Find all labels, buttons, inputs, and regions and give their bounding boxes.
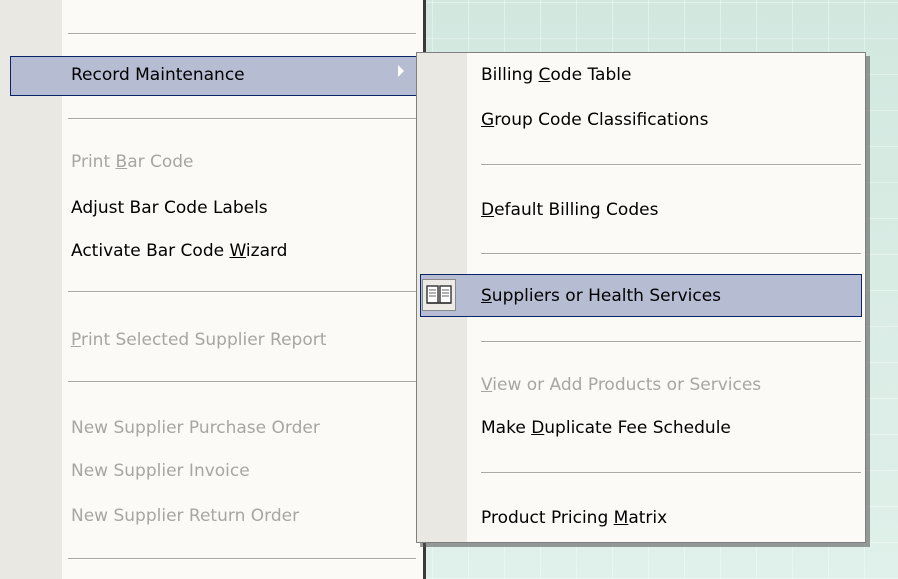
submenu-arrow-icon [398,65,404,77]
menu-separator [68,381,416,383]
menu-separator [481,341,861,343]
submenu-item-billing-code-table[interactable]: Billing Code Table [481,56,631,94]
submenu-item-view-or-add-products[interactable]: View or Add Products or Services [481,366,761,404]
menu-item-print-selected-supplier-report[interactable]: Print Selected Supplier Report [71,321,326,359]
menu-item-new-supplier-purchase-order[interactable]: New Supplier Purchase Order [71,409,320,447]
menu-item-print-bar-code[interactable]: Print Bar Code [71,143,194,181]
menu-item-new-supplier-invoice[interactable]: New Supplier Invoice [71,452,250,490]
submenu-item-group-code-classifications[interactable]: Group Code Classifications [481,101,708,139]
menu-separator [68,118,416,120]
submenu-item-make-duplicate-fee-schedule[interactable]: Make Duplicate Fee Schedule [481,409,731,447]
record-maintenance-submenu: Billing Code Table Group Code Classifica… [416,52,866,543]
context-menu: Record Maintenance Print Bar Code Adjust… [0,0,426,579]
menu-separator [68,291,416,293]
menu-item-label: Record Maintenance [71,65,245,85]
menu-separator [481,164,861,166]
menu-item-record-maintenance[interactable]: Record Maintenance [71,56,245,94]
submenu-item-product-pricing-matrix[interactable]: Product Pricing Matrix [481,499,667,537]
submenu-item-suppliers-or-health-services[interactable]: Suppliers or Health Services [481,277,721,315]
menu-separator [481,253,861,255]
menu-item-adjust-bar-code-labels[interactable]: Adjust Bar Code Labels [71,189,268,227]
menu-item-activate-bar-code-wizard[interactable]: Activate Bar Code Wizard [71,232,287,270]
submenu-item-default-billing-codes[interactable]: Default Billing Codes [481,191,658,229]
menu-separator [481,472,861,474]
menu-item-new-supplier-return-order[interactable]: New Supplier Return Order [71,497,299,535]
book-icon [422,279,456,311]
menu-separator [68,33,416,35]
menu-separator [68,558,416,560]
